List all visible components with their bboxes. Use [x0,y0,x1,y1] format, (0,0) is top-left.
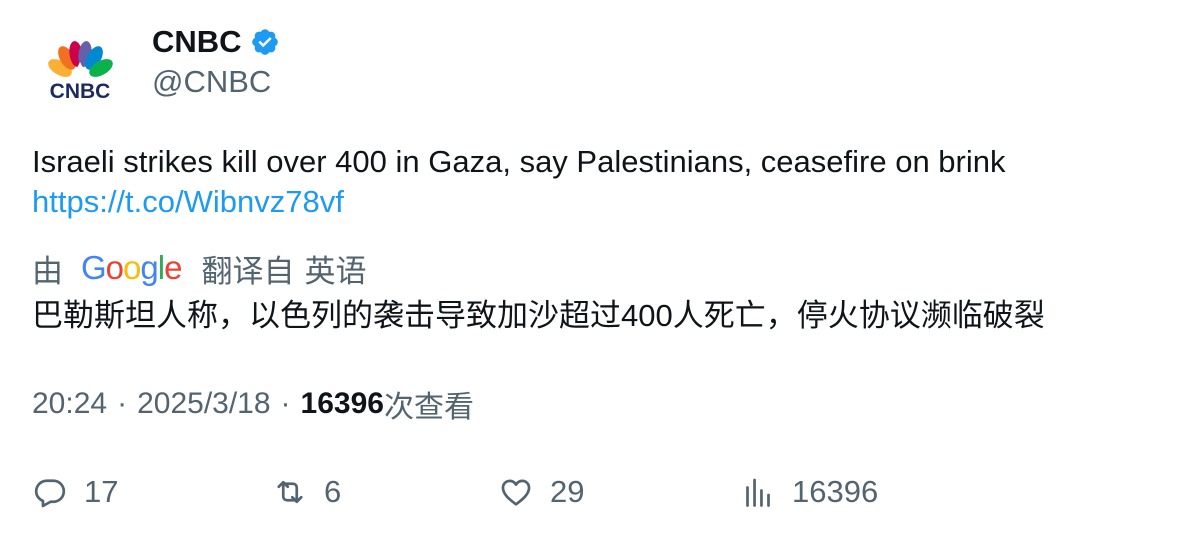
tweet-text: Israeli strikes kill over 400 in Gaza, s… [32,144,1006,179]
tweet-meta: 20:24 · 2025/3/18 · 16396 次查看 [32,384,474,424]
tweet-body: Israeli strikes kill over 400 in Gaza, s… [32,142,1162,222]
tweet-time[interactable]: 20:24 [32,387,107,421]
google-logo[interactable]: Google [81,249,182,287]
meta-separator: · [280,387,291,420]
like-button[interactable]: 29 [498,470,584,514]
meta-separator: · [117,387,128,420]
reply-icon [34,479,66,508]
verified-badge-icon[interactable] [250,27,280,57]
like-count: 29 [550,474,585,509]
handle[interactable]: @CNBC [152,64,280,100]
translated-by-label: 由 [32,253,63,289]
views-count: 16396 [300,387,384,420]
tweet-link[interactable]: https://t.co/Wibnvz78vf [32,182,1162,222]
reply-count: 17 [84,474,119,509]
display-name[interactable]: CNBC [152,24,242,60]
retweet-icon [277,480,303,504]
avatar[interactable]: CNBC [32,26,128,122]
tweet-date[interactable]: 2025/3/18 [137,387,270,421]
translated-from-label: 翻译自 [201,253,295,289]
translation-attribution: 由 Google 翻译自 英语 [32,246,366,290]
action-bar: 17 6 29 16396 [32,470,1172,514]
source-language: 英语 [304,253,367,289]
heart-icon [501,479,531,506]
name-row: CNBC [152,22,280,62]
translated-text: 巴勒斯坦人称，以色列的袭击导致加沙超过400人死亡，停火协议濒临破裂 [32,298,1045,333]
views-action-count: 16396 [792,474,879,509]
cnbc-peacock-logo-icon: CNBC [48,41,113,103]
tweet-author: CNBC @CNBC [152,22,280,100]
reply-button[interactable]: 17 [32,470,118,514]
analytics-bar-icon [746,478,770,507]
retweet-button[interactable]: 6 [272,470,341,514]
views-button[interactable]: 16396 [740,470,878,514]
svg-text:CNBC: CNBC [50,80,111,103]
retweet-count: 6 [324,474,342,509]
views-label: 次查看 [383,391,474,424]
